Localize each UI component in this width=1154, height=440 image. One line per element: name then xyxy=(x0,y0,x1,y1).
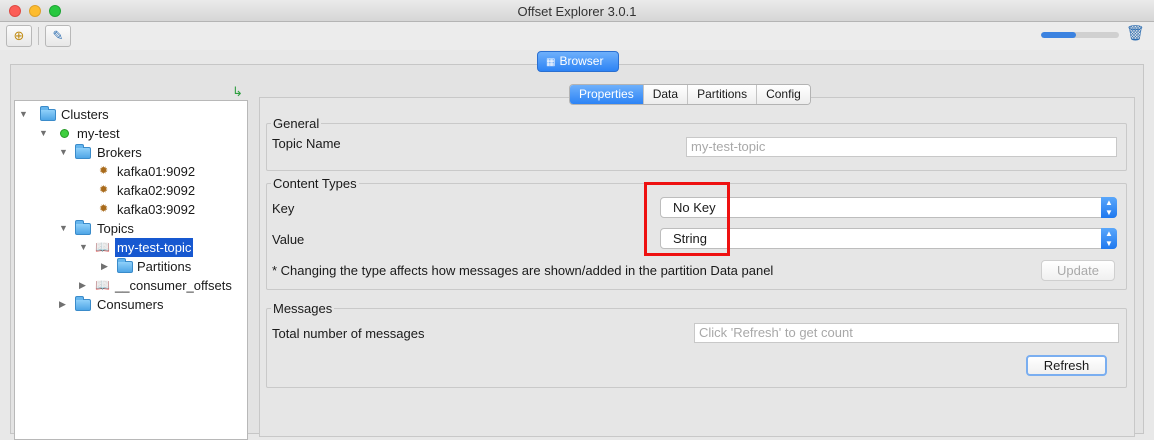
broker-gear-icon: ✹ xyxy=(99,165,109,177)
total-messages-label: Total number of messages xyxy=(272,326,425,341)
refresh-tree-icon[interactable]: ↳ xyxy=(232,84,243,100)
expand-right-icon[interactable]: ▶ xyxy=(79,276,89,295)
key-label: Key xyxy=(272,201,295,216)
navigation-tree: ▼ Clusters ▼ my-test ▼ Brokers ✹ kafka01… xyxy=(14,100,248,440)
tab-bar: Properties Data Partitions Config xyxy=(569,84,811,105)
browser-tab-label: Browser xyxy=(559,54,604,68)
folder-icon xyxy=(75,296,91,311)
content-type-note: * Changing the type affects how messages… xyxy=(272,263,774,278)
toolbar: ⊕ ✎ xyxy=(0,22,1154,50)
tree-item-label: Partitions xyxy=(137,259,192,274)
expand-down-icon[interactable]: ▼ xyxy=(79,238,89,257)
tree-edit-icon: ✎ xyxy=(52,28,64,43)
topic-book-icon: 📖 xyxy=(95,240,110,254)
broker-gear-icon: ✹ xyxy=(99,203,109,215)
folder-icon xyxy=(117,258,133,273)
expand-right-icon[interactable]: ▶ xyxy=(101,257,111,276)
tree-item-topic-selected[interactable]: ▼ 📖 my-test-topic xyxy=(79,238,239,257)
tree-item-cluster[interactable]: ▼ my-test xyxy=(39,124,239,143)
progress-bar xyxy=(1041,32,1119,38)
tree-item-broker[interactable]: ✹ kafka01:9092 xyxy=(99,162,239,181)
tree-item-broker[interactable]: ✹ kafka03:9092 xyxy=(99,200,239,219)
general-title: General xyxy=(271,116,322,131)
connected-status-icon xyxy=(60,129,69,138)
chevron-updown-icon: ▲ ▼ xyxy=(1101,197,1117,218)
title-bar: Offset Explorer 3.0.1 xyxy=(0,0,1154,22)
trash-icon[interactable]: 🗑 xyxy=(1126,24,1145,44)
tree-item-label: kafka02:9092 xyxy=(117,183,196,198)
expand-down-icon[interactable]: ▼ xyxy=(39,124,49,143)
topic-name-field[interactable]: my-test-topic xyxy=(686,137,1117,157)
content-types-title: Content Types xyxy=(271,176,359,191)
expand-right-icon[interactable]: ▶ xyxy=(59,295,69,314)
add-cluster-icon: ⊕ xyxy=(13,28,25,43)
tree-item-label: kafka03:9092 xyxy=(117,202,196,217)
tree-item-brokers[interactable]: ▼ Brokers xyxy=(59,143,239,162)
topic-book-icon: 📖 xyxy=(95,278,110,292)
expand-down-icon[interactable]: ▼ xyxy=(59,219,69,238)
expand-down-icon[interactable]: ▼ xyxy=(19,105,29,124)
folder-icon xyxy=(75,220,91,235)
message-count-field[interactable]: Click 'Refresh' to get count xyxy=(694,323,1119,343)
folder-icon xyxy=(40,106,56,121)
tab-data[interactable]: Data xyxy=(643,85,689,104)
tree-item-topic[interactable]: ▶ 📖 __consumer_offsets xyxy=(79,276,239,295)
folder-icon xyxy=(75,144,91,159)
chevron-updown-icon: ▲ ▼ xyxy=(1101,228,1117,249)
browser-icon: ▦ xyxy=(546,57,556,68)
progress-fill xyxy=(1041,32,1077,38)
add-cluster-button[interactable]: ⊕ xyxy=(6,25,32,47)
tree-item-label: my-test-topic xyxy=(115,238,194,257)
tree-item-label: Consumers xyxy=(97,297,164,312)
tree-item-label: Clusters xyxy=(61,107,109,122)
broker-gear-icon: ✹ xyxy=(99,184,109,196)
tree-item-topics[interactable]: ▼ Topics xyxy=(59,219,239,238)
browser-tab[interactable]: ▦ Browser xyxy=(537,51,619,72)
toolbar-separator xyxy=(38,27,39,45)
window-title: Offset Explorer 3.0.1 xyxy=(517,4,637,19)
tree-item-label: Topics xyxy=(97,221,134,236)
highlight-box xyxy=(644,182,730,256)
tab-properties[interactable]: Properties xyxy=(570,85,644,104)
messages-title: Messages xyxy=(271,301,335,316)
messages-group xyxy=(266,308,1127,388)
tab-partitions[interactable]: Partitions xyxy=(688,85,758,104)
tab-config[interactable]: Config xyxy=(757,85,810,104)
update-button[interactable]: Update xyxy=(1041,260,1115,281)
tree-item-label: my-test xyxy=(77,126,120,141)
tree-item-clusters[interactable]: ▼ Clusters xyxy=(19,105,239,124)
tree-item-consumers[interactable]: ▶ Consumers xyxy=(59,295,239,314)
tree-item-label: Brokers xyxy=(97,145,142,160)
topic-name-label: Topic Name xyxy=(272,136,341,151)
tree-item-partitions[interactable]: ▶ Partitions xyxy=(101,257,239,276)
refresh-button[interactable]: Refresh xyxy=(1026,355,1107,376)
expand-down-icon[interactable]: ▼ xyxy=(59,143,69,162)
edit-tree-button[interactable]: ✎ xyxy=(45,25,71,47)
tree-item-broker[interactable]: ✹ kafka02:9092 xyxy=(99,181,239,200)
tree-item-label: __consumer_offsets xyxy=(115,278,232,293)
value-label: Value xyxy=(272,232,305,247)
tree-item-label: kafka01:9092 xyxy=(117,164,196,179)
